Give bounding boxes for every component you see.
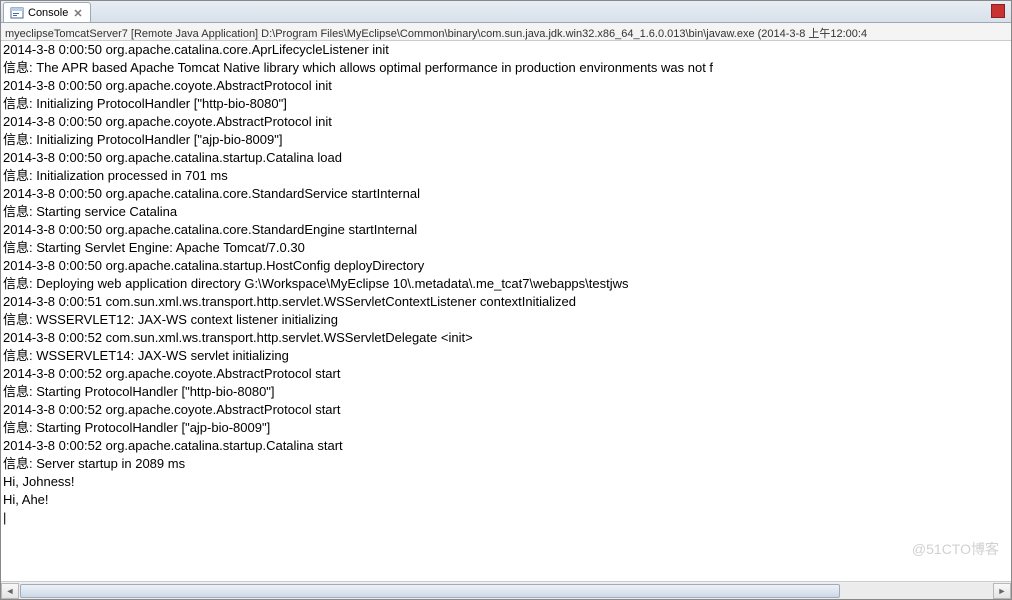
watermark: @51CTO博客	[912, 539, 999, 559]
console-output-area[interactable]: 2014-3-8 0:00:50 org.apache.catalina.cor…	[1, 41, 1011, 581]
scroll-right-arrow-icon[interactable]: ►	[993, 583, 1011, 599]
terminate-button[interactable]	[991, 4, 1005, 18]
scroll-left-arrow-icon[interactable]: ◄	[1, 583, 19, 599]
console-icon	[10, 6, 24, 20]
tab-bar: Console	[1, 1, 1011, 23]
scroll-track[interactable]	[19, 583, 993, 599]
close-icon[interactable]	[74, 9, 82, 17]
horizontal-scrollbar[interactable]: ◄ ►	[1, 581, 1011, 599]
launch-description: myeclipseTomcatServer7 [Remote Java Appl…	[1, 23, 1011, 41]
scroll-thumb[interactable]	[20, 584, 840, 598]
console-output-text: 2014-3-8 0:00:50 org.apache.catalina.cor…	[1, 41, 1011, 527]
tab-console[interactable]: Console	[3, 2, 91, 22]
tab-label: Console	[28, 7, 68, 19]
